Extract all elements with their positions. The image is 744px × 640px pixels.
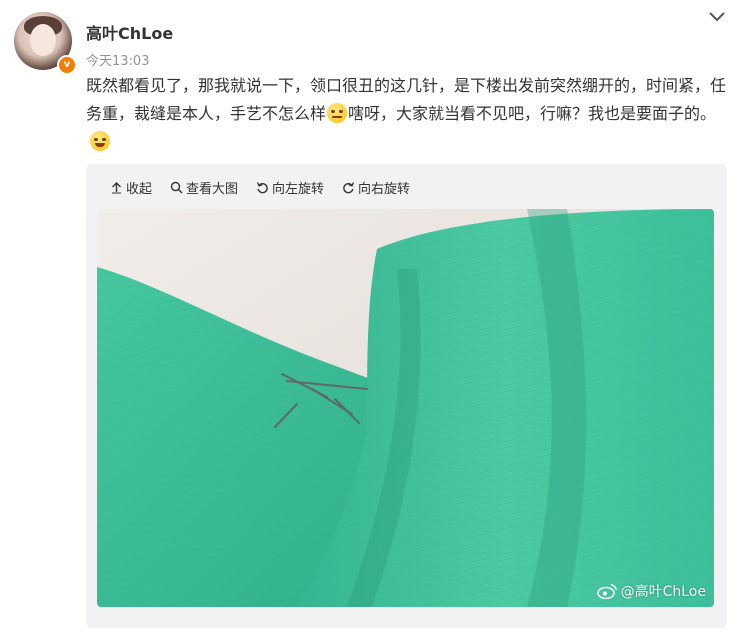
view-large-button[interactable]: 查看大图 [170,178,238,197]
rotate-left-label: 向左旋转 [272,181,325,197]
chevron-down-icon[interactable] [706,8,728,26]
post-photo[interactable]: @高叶ChLoe [97,209,714,607]
rotate-right-label: 向右旋转 [358,181,411,197]
media-toolbar: 收起 查看大图 向左旋转 向右旋转 [110,177,410,197]
post-text: 既然都看见了，那我就说一下，领口很丑的这几针，是下楼出发前突然绷开的，时间紧，任… [86,72,731,156]
watermark-text: @高叶ChLoe [620,584,706,600]
rotate-left-icon [256,181,268,193]
collapse-label: 收起 [126,181,153,197]
username[interactable]: 高叶ChLoe [86,20,173,44]
post-timestamp[interactable]: 今天13:03 [86,50,149,69]
avatar-face [30,24,56,56]
photo-watermark: @高叶ChLoe [596,581,714,601]
magnifier-icon [170,181,183,194]
verified-badge-icon: v [57,55,77,75]
view-large-label: 查看大图 [186,181,239,197]
rotate-right-button[interactable]: 向右旋转 [342,178,410,197]
collapse-button[interactable]: 收起 [110,178,152,197]
up-arrow-icon [112,181,121,193]
fabric-photo [97,209,714,607]
rotate-right-icon [343,181,355,193]
smile-emoji-icon [327,103,348,123]
rotate-left-button[interactable]: 向左旋转 [256,178,324,197]
weibo-icon [596,584,617,599]
post-text-part2: 嗐呀，大家就当看不见吧，行嘛？我也是要面子的。 [348,104,717,123]
laugh-emoji-icon [90,131,110,151]
